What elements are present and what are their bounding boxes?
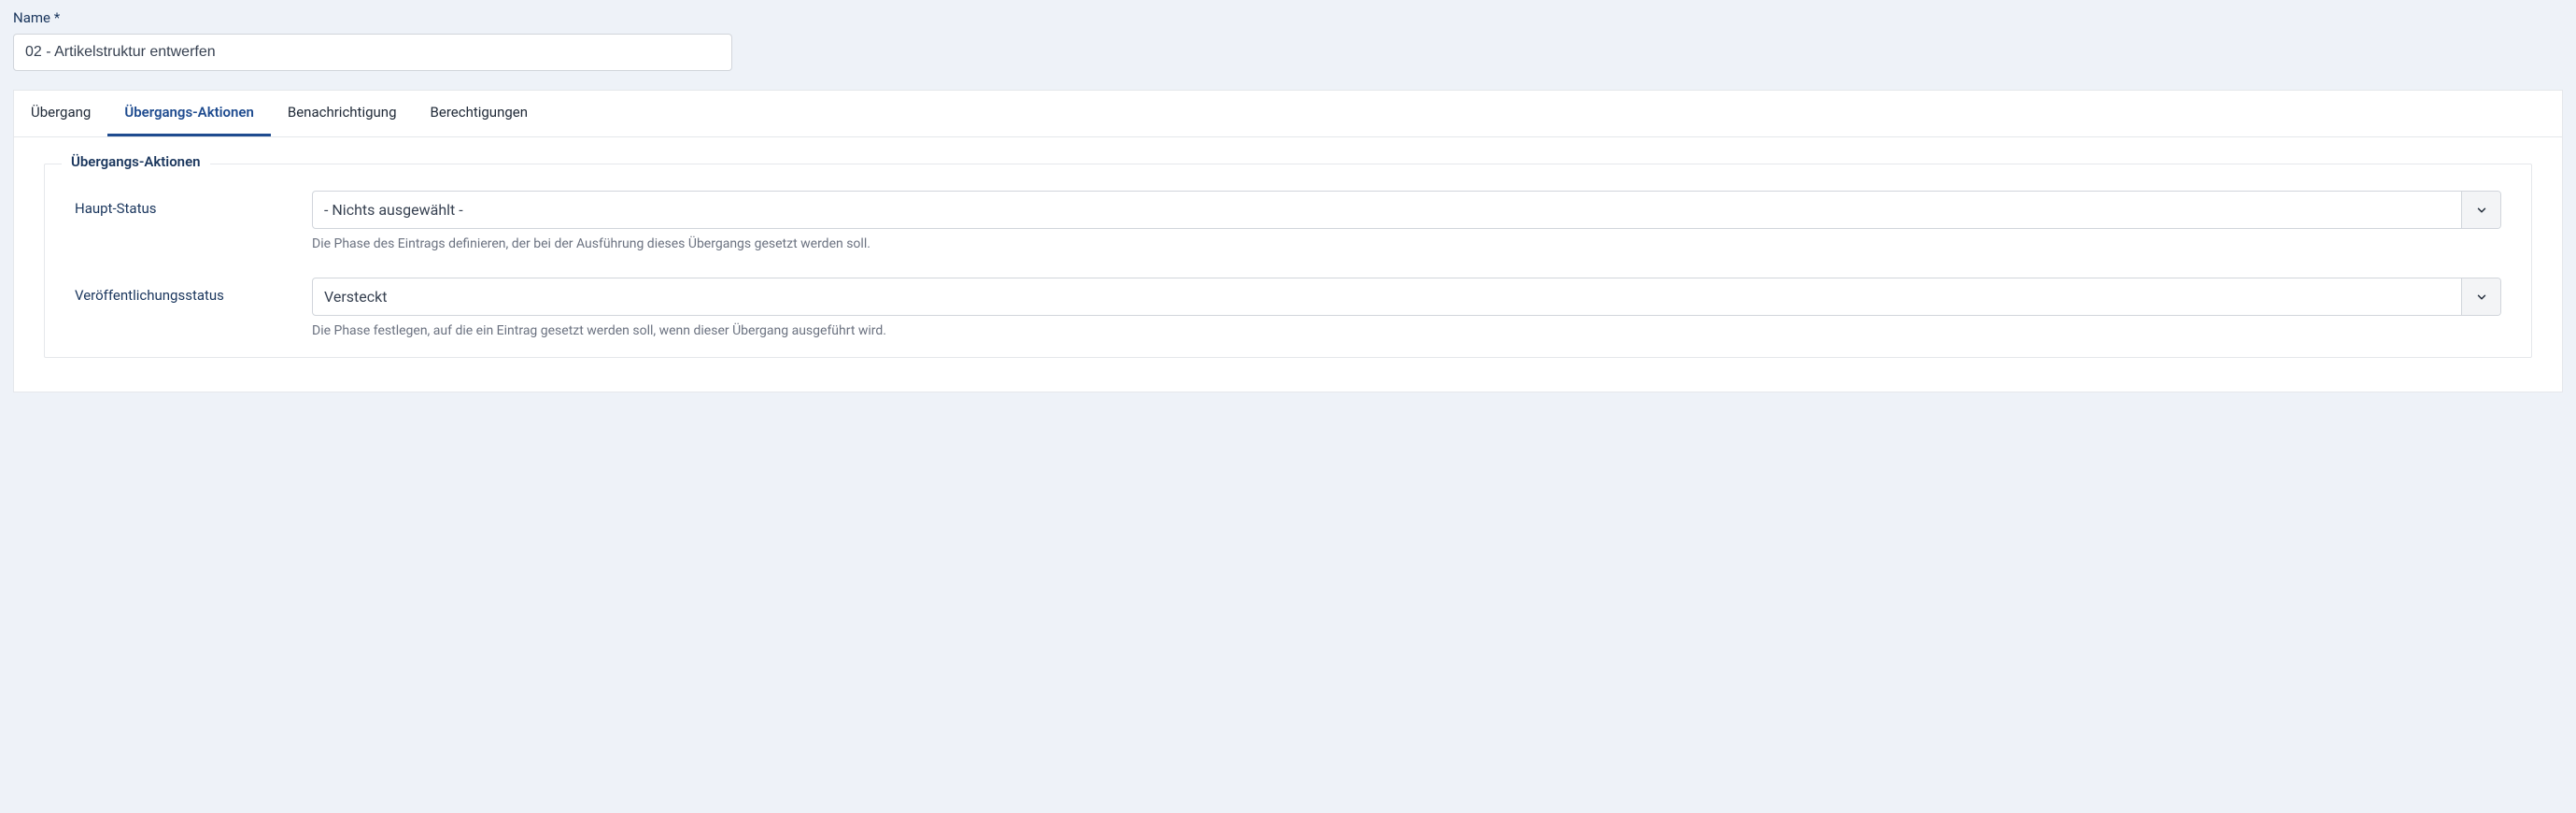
name-input[interactable]: [13, 34, 732, 71]
fieldset-legend: Übergangs-Aktionen: [62, 153, 210, 170]
veroeff-status-label: Veröffentlichungsstatus: [75, 278, 290, 304]
tab-uebergangs-aktionen[interactable]: Übergangs-Aktionen: [107, 91, 271, 136]
veroeff-status-help: Die Phase festlegen, auf die ein Eintrag…: [312, 323, 2501, 338]
tab-list: Übergang Übergangs-Aktionen Benachrichti…: [14, 91, 2562, 137]
tab-benachrichtigung[interactable]: Benachrichtigung: [271, 91, 414, 136]
veroeff-status-value: Versteckt: [313, 278, 2461, 315]
veroeff-status-select[interactable]: Versteckt: [312, 278, 2501, 316]
tab-berechtigungen[interactable]: Berechtigungen: [414, 91, 545, 136]
fieldset-uebergangs-aktionen: Übergangs-Aktionen Haupt-Status - Nichts…: [44, 164, 2532, 358]
haupt-status-help: Die Phase des Eintrags definieren, der b…: [312, 236, 2501, 251]
tab-uebergang[interactable]: Übergang: [14, 91, 107, 136]
haupt-status-select[interactable]: - Nichts ausgewählt -: [312, 191, 2501, 229]
haupt-status-value: - Nichts ausgewählt -: [313, 192, 2461, 228]
chevron-down-icon: [2475, 204, 2488, 217]
chevron-down-icon: [2475, 291, 2488, 304]
tabs-panel: Übergang Übergangs-Aktionen Benachrichti…: [13, 90, 2563, 392]
veroeff-status-toggle[interactable]: [2461, 278, 2500, 315]
haupt-status-toggle[interactable]: [2461, 192, 2500, 228]
haupt-status-label: Haupt-Status: [75, 191, 290, 217]
name-label: Name *: [13, 9, 2563, 26]
